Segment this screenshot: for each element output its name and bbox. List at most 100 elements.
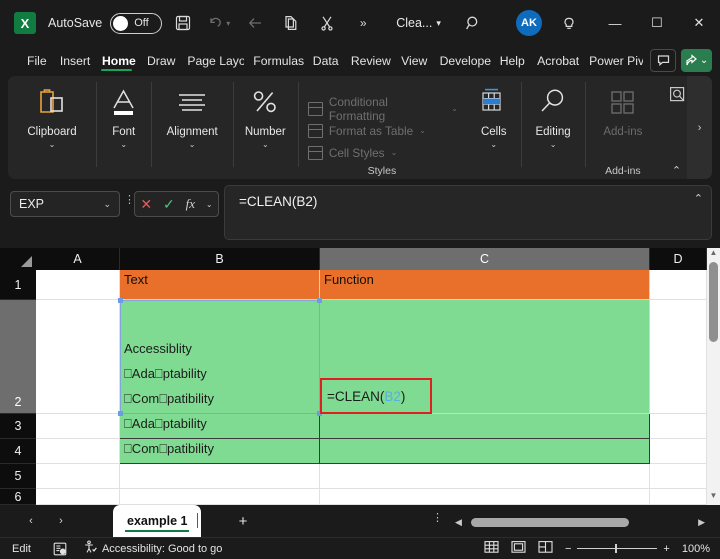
zoom-in-button[interactable]: + <box>663 543 669 555</box>
tab-acrobat[interactable]: Acrobat <box>530 51 580 71</box>
row-header-2[interactable]: 2 <box>0 300 36 414</box>
add-sheet-button[interactable]: + <box>232 511 254 531</box>
copy-icon[interactable] <box>276 8 306 38</box>
name-box[interactable]: EXP ⌄ <box>10 191 120 217</box>
cell-styles-item[interactable]: Cell Styles ⌄ <box>307 142 458 164</box>
cell-d6[interactable] <box>650 489 707 505</box>
sheet-scroll-handle[interactable]: ⋮ <box>432 513 443 524</box>
tab-draw[interactable]: Draw <box>140 51 178 71</box>
sheet-next-button[interactable]: › <box>50 511 72 531</box>
tab-formulas[interactable]: Formulas <box>246 51 304 71</box>
close-button[interactable]: ✕ <box>678 0 720 46</box>
cell-a4[interactable] <box>36 439 120 464</box>
tab-insert[interactable]: Insert <box>53 51 93 71</box>
cell-b5[interactable] <box>120 464 320 489</box>
cell-b4[interactable]: ⎕Com⎕patibility <box>120 439 320 464</box>
cell-a6[interactable] <box>36 489 120 505</box>
ribbon-group-alignment[interactable]: Alignment ⌄ <box>151 76 232 179</box>
alignment-caret-icon[interactable]: ⌄ <box>189 140 196 149</box>
cell-a2[interactable] <box>36 300 120 414</box>
ribbon-collapse-icon[interactable]: ⌃ <box>672 164 681 177</box>
normal-view-icon[interactable] <box>484 540 499 557</box>
tab-view[interactable]: View <box>394 51 430 71</box>
clipboard-caret-icon[interactable]: ⌄ <box>49 140 56 149</box>
page-layout-view-icon[interactable] <box>511 540 526 557</box>
column-header-b[interactable]: B <box>120 248 320 270</box>
record-macro-icon[interactable] <box>53 542 67 556</box>
cell-d5[interactable] <box>650 464 707 489</box>
tab-home[interactable]: Home <box>95 51 138 71</box>
cell-editor-c2[interactable]: =CLEAN(B2) <box>320 378 432 414</box>
conditional-formatting-caret-icon[interactable]: ⌄ <box>451 104 458 113</box>
share-button[interactable]: ⌄ <box>681 49 713 72</box>
name-box-caret-icon[interactable]: ⌄ <box>103 199 111 210</box>
undo-caret-icon[interactable]: ▾ <box>226 19 230 28</box>
zoom-level-label[interactable]: 100% <box>682 543 710 555</box>
ribbon-group-editing[interactable]: Editing ⌄ <box>521 76 584 179</box>
horizontal-scrollbar[interactable]: ◀ ▶ <box>455 517 705 528</box>
zoom-out-button[interactable]: − <box>565 543 571 555</box>
share-caret-icon[interactable]: ⌄ <box>700 55 708 66</box>
cell-d3[interactable] <box>650 414 707 439</box>
maximize-button[interactable]: ☐ <box>636 0 678 46</box>
lightbulb-icon[interactable] <box>554 8 584 38</box>
vertical-scrollbar[interactable]: ▲ ▼ <box>707 248 720 505</box>
cell-c1[interactable]: Function <box>320 270 650 300</box>
ribbon-group-font[interactable]: Font ⌄ <box>96 76 151 179</box>
row-header-5[interactable]: 5 <box>0 464 36 489</box>
undo-icon[interactable]: ▾ <box>204 8 234 38</box>
cell-d2[interactable] <box>650 300 707 414</box>
ribbon-group-cells[interactable]: Cells ⌄ <box>466 76 521 179</box>
insert-function-caret-icon[interactable]: ⌄ <box>206 200 213 209</box>
overflow-chevrons-icon[interactable]: » <box>348 8 378 38</box>
scroll-up-button[interactable]: ▲ <box>707 248 720 262</box>
scroll-down-button[interactable]: ▼ <box>707 491 720 505</box>
zoom-slider[interactable]: − + <box>565 543 670 555</box>
cell-b2[interactable]: Accessiblity ⎕Ada⎕ptability ⎕Com⎕patibil… <box>120 300 320 414</box>
formula-bar-expand-icon[interactable]: ⌃ <box>694 192 703 205</box>
status-accessibility[interactable]: Accessibility: Good to go <box>83 540 222 557</box>
cell-d4[interactable] <box>650 439 707 464</box>
ribbon-group-number[interactable]: Number ⌄ <box>232 76 298 179</box>
tab-power-pivot[interactable]: Power Piv <box>582 51 643 71</box>
cancel-x-icon[interactable]: ✕ <box>140 196 152 213</box>
save-icon[interactable] <box>168 8 198 38</box>
zoom-knob[interactable] <box>615 544 618 553</box>
row-header-4[interactable]: 4 <box>0 439 36 464</box>
search-icon[interactable] <box>458 8 488 38</box>
horizontal-scroll-thumb[interactable] <box>471 518 629 527</box>
document-name[interactable]: Clea... ▾ <box>396 16 441 30</box>
insert-function-icon[interactable]: fx <box>186 196 195 212</box>
document-name-caret-icon[interactable]: ▾ <box>436 18 441 29</box>
vertical-scroll-thumb[interactable] <box>709 262 718 342</box>
selection-handle-bl[interactable] <box>118 411 123 416</box>
formula-input[interactable]: =CLEAN(B2) ⌃ <box>224 185 712 240</box>
column-header-d[interactable]: D <box>650 248 707 270</box>
autosave-toggle[interactable]: Off <box>110 12 163 34</box>
sheet-tab-example-1[interactable]: example 1 <box>113 505 202 537</box>
selection-handle-tl[interactable] <box>118 298 123 303</box>
number-caret-icon[interactable]: ⌄ <box>262 140 269 149</box>
cell-c6[interactable] <box>320 489 650 505</box>
cell-styles-caret-icon[interactable]: ⌄ <box>391 148 398 157</box>
column-header-a[interactable]: A <box>36 248 120 270</box>
editing-caret-icon[interactable]: ⌄ <box>550 140 557 149</box>
zoom-track[interactable] <box>577 544 658 553</box>
ribbon-group-clipboard[interactable]: Clipboard ⌄ <box>8 76 96 179</box>
cell-a3[interactable] <box>36 414 120 439</box>
format-as-table-item[interactable]: Format as Table ⌄ <box>307 120 458 142</box>
ribbon-more-button[interactable]: › <box>687 76 712 179</box>
selection-handle-tr[interactable] <box>317 298 322 303</box>
row-header-3[interactable]: 3 <box>0 414 36 439</box>
column-header-c[interactable]: C <box>320 248 650 270</box>
tab-developer[interactable]: Develope <box>433 51 491 71</box>
cells-caret-icon[interactable]: ⌄ <box>490 140 497 149</box>
tab-help[interactable]: Help <box>493 51 528 71</box>
cell-c3[interactable] <box>320 414 650 439</box>
cell-c5[interactable] <box>320 464 650 489</box>
tab-page-layout[interactable]: Page Layo <box>180 51 244 71</box>
tab-data[interactable]: Data <box>306 51 342 71</box>
comment-icon[interactable] <box>650 49 677 72</box>
cell-d1[interactable] <box>650 270 707 300</box>
page-break-view-icon[interactable] <box>538 540 553 557</box>
